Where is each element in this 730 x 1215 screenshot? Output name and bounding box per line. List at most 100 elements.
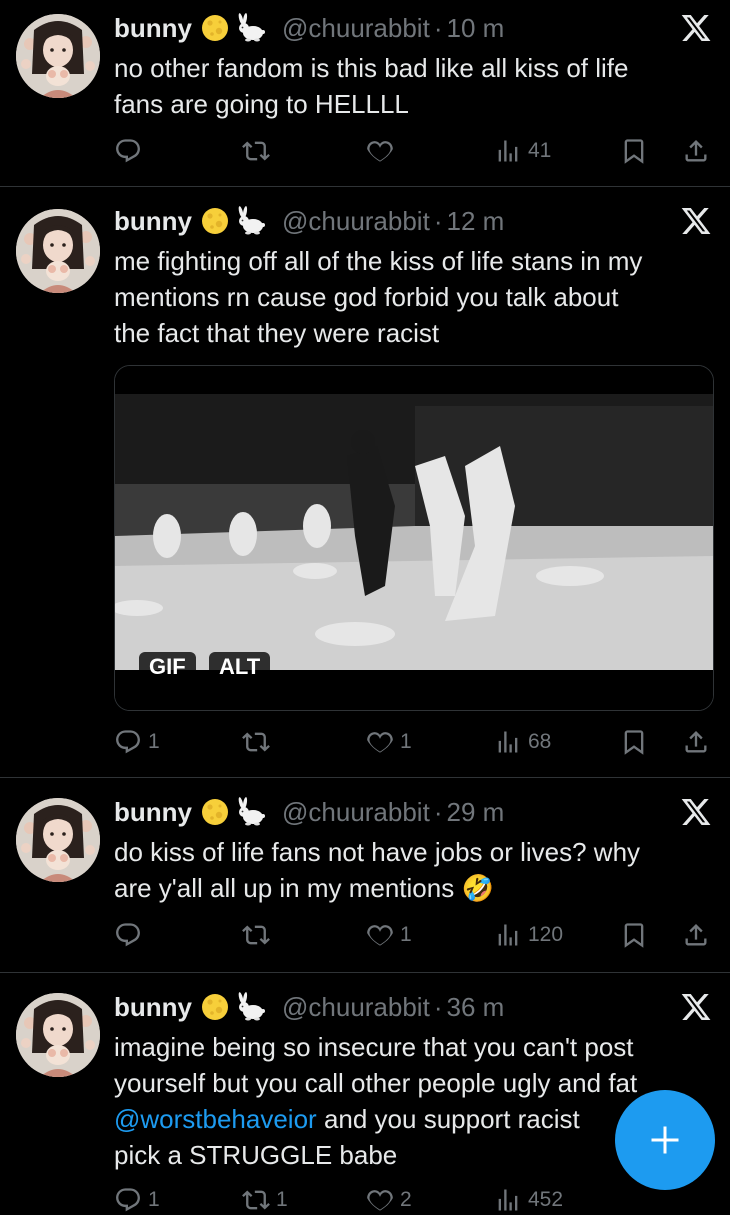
tweet-header: bunny @chuurabbit · 29 m <box>114 794 504 830</box>
retweet-button[interactable]: 1 <box>242 1185 288 1215</box>
gif-badge[interactable]: GIF <box>139 652 196 682</box>
like-button[interactable]: 2 <box>366 1185 412 1215</box>
views-icon <box>494 728 522 756</box>
timestamp[interactable]: 12 m <box>446 206 504 237</box>
tweet-text: no other fandom is this bad like all kis… <box>114 53 629 119</box>
bookmark-button[interactable] <box>620 920 648 950</box>
retweet-button[interactable] <box>242 920 276 950</box>
moon-emoji-icon <box>200 206 230 236</box>
share-button[interactable] <box>682 136 710 166</box>
x-logo-icon <box>680 796 712 828</box>
views-button[interactable]: 452 <box>494 1185 563 1215</box>
display-name[interactable]: bunny <box>114 13 192 44</box>
compose-button[interactable] <box>615 1090 715 1190</box>
tweet-actions: 1 120 <box>114 920 714 950</box>
share-button[interactable] <box>682 727 710 757</box>
share-icon <box>682 728 710 756</box>
retweet-icon <box>242 728 270 756</box>
tweet-actions: 1 1 2 452 <box>114 1185 714 1215</box>
like-button[interactable]: 1 <box>366 727 412 757</box>
retweet-icon <box>242 137 270 165</box>
handle[interactable]: @chuurabbit <box>282 992 430 1023</box>
display-name[interactable]: bunny <box>114 797 192 828</box>
display-name[interactable]: bunny <box>114 206 192 237</box>
avatar[interactable] <box>16 209 100 293</box>
handle[interactable]: @chuurabbit <box>282 797 430 828</box>
handle[interactable]: @chuurabbit <box>282 206 430 237</box>
separator: · <box>433 991 443 1022</box>
bookmark-button[interactable] <box>620 727 648 757</box>
views-button[interactable]: 120 <box>494 920 563 950</box>
display-name[interactable]: bunny <box>114 992 192 1023</box>
moon-emoji-icon <box>200 13 230 43</box>
like-button[interactable] <box>366 136 400 166</box>
gif-media[interactable]: GIF ALT <box>114 365 714 711</box>
reply-icon <box>114 728 142 756</box>
reply-count: 1 <box>148 1188 160 1211</box>
retweet-button[interactable] <box>242 727 276 757</box>
rabbit-emoji-icon <box>234 206 268 236</box>
views-icon <box>494 921 522 949</box>
separator: · <box>433 796 443 827</box>
like-count: 1 <box>400 923 412 946</box>
moon-emoji-icon <box>200 797 230 827</box>
reply-count: 1 <box>148 730 160 753</box>
rabbit-emoji-icon <box>234 13 268 43</box>
heart-icon <box>366 137 394 165</box>
alt-badge[interactable]: ALT <box>209 652 271 682</box>
tweet-actions: 1 1 68 <box>114 727 714 757</box>
bookmark-button[interactable] <box>620 136 648 166</box>
timestamp[interactable]: 29 m <box>446 797 504 828</box>
gif-frame <box>115 366 713 710</box>
x-logo-icon <box>680 12 712 44</box>
views-count: 120 <box>528 923 564 946</box>
views-button[interactable]: 68 <box>494 727 551 757</box>
avatar[interactable] <box>16 993 100 1077</box>
tweet-header: bunny @chuurabbit · 10 m <box>114 10 504 46</box>
like-count: 1 <box>400 730 412 753</box>
tweet-text: imagine being so insecure that you can't… <box>114 1029 694 1173</box>
reply-icon <box>114 921 142 949</box>
rabbit-emoji-icon <box>234 992 268 1022</box>
views-button[interactable]: 41 <box>494 136 551 166</box>
separator: · <box>433 205 443 236</box>
views-count: 41 <box>528 139 552 162</box>
heart-icon <box>366 728 394 756</box>
tweet-text: me fighting off all of the kiss of life … <box>114 246 643 348</box>
heart-icon <box>366 921 394 949</box>
tweet[interactable]: bunny @chuurabbit · 29 m do kiss of life… <box>0 778 730 972</box>
reply-button[interactable]: 1 <box>114 727 160 757</box>
retweet-icon <box>242 921 270 949</box>
bookmark-icon <box>620 728 648 756</box>
avatar[interactable] <box>16 14 100 98</box>
heart-icon <box>366 1186 394 1214</box>
x-logo-icon <box>680 991 712 1023</box>
tweet-header: bunny @chuurabbit · 36 m <box>114 989 504 1025</box>
like-button[interactable]: 1 <box>366 920 412 950</box>
share-button[interactable] <box>682 920 710 950</box>
separator: · <box>433 12 443 43</box>
retweet-icon <box>242 1186 270 1214</box>
tweet[interactable]: bunny @chuurabbit · 12 m me fighting off… <box>0 187 730 777</box>
reply-button[interactable]: 1 <box>114 1185 160 1215</box>
retweet-button[interactable] <box>242 136 276 166</box>
views-count: 68 <box>528 730 552 753</box>
tweet-text-part: imagine being so insecure that you can't… <box>114 1032 638 1098</box>
like-count: 2 <box>400 1188 412 1211</box>
tweet[interactable]: bunny @chuurabbit · 36 m imagine being s… <box>0 973 730 1200</box>
tweet-actions: 41 <box>114 136 714 166</box>
reply-button[interactable] <box>114 136 148 166</box>
handle[interactable]: @chuurabbit <box>282 13 430 44</box>
tweet[interactable]: bunny @chuurabbit · 10 m no other fandom… <box>0 0 730 186</box>
reply-button[interactable] <box>114 920 148 950</box>
avatar[interactable] <box>16 798 100 882</box>
mention-link[interactable]: @worstbehaveior <box>114 1104 317 1134</box>
reply-icon <box>114 137 142 165</box>
bookmark-icon <box>620 921 648 949</box>
views-icon <box>494 137 522 165</box>
timestamp[interactable]: 36 m <box>446 992 504 1023</box>
views-icon <box>494 1186 522 1214</box>
compose-plus-icon <box>651 1126 679 1154</box>
share-icon <box>682 921 710 949</box>
timestamp[interactable]: 10 m <box>446 13 504 44</box>
